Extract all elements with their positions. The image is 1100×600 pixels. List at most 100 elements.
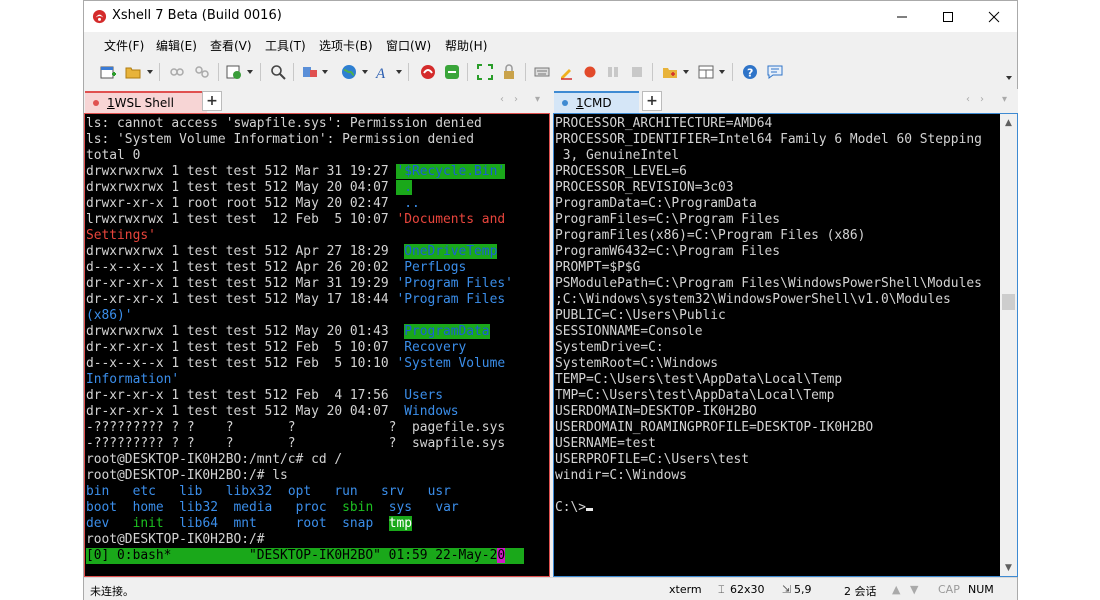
lock-icon[interactable] [501, 64, 517, 80]
connect-icon[interactable] [169, 64, 185, 80]
search-icon[interactable] [270, 64, 286, 80]
scroll-up-icon[interactable]: ▲ [1000, 114, 1017, 131]
terminal-line: root@DESKTOP-IK0H2BO:/mnt/c# cd / [86, 452, 524, 468]
terminal-line: dr-xr-xr-x 1 test test 512 Mar 31 19:29 … [86, 276, 524, 292]
terminal-line: d--x--x--x 1 test test 512 Apr 26 20:02 … [86, 260, 524, 276]
record-icon[interactable] [582, 64, 598, 80]
cursor-position: 5,9 [794, 583, 812, 596]
tab-scroll-left-icon[interactable]: ‹ [500, 94, 504, 105]
stop-icon[interactable] [629, 64, 645, 80]
terminal-text: boot [86, 500, 133, 515]
chat-icon[interactable] [767, 64, 783, 80]
globe-dropdown-caret[interactable] [362, 70, 368, 74]
status-bar: 未连接。 xterm ⌶ 62x30 ⇲ 5,9 2 会话 ▲ ▼ CAP NU… [84, 577, 1017, 600]
cursor-position-icon: ⇲ [782, 583, 792, 596]
menu-view[interactable]: 查看(V) [210, 37, 252, 54]
menu-file[interactable]: 文件(F) [104, 37, 144, 54]
close-button[interactable] [971, 1, 1017, 32]
keyboard-icon[interactable] [534, 64, 550, 80]
menu-edit[interactable]: 编辑(E) [156, 37, 197, 54]
maximize-button[interactable] [925, 1, 971, 32]
cmd-scrollbar[interactable]: ▲ ▼ [1000, 114, 1017, 576]
terminal-text: 'Program Files' [396, 276, 513, 291]
svg-text:?: ? [747, 67, 753, 80]
tab-scroll-right-icon[interactable]: › [514, 94, 518, 105]
scroll-down-icon[interactable]: ▼ [1000, 559, 1017, 576]
tab-label: CMD [583, 96, 612, 110]
terminal-line: ProgramData=C:\ProgramData [555, 196, 757, 211]
menu-window[interactable]: 窗口(W) [386, 37, 431, 54]
disconnect-icon[interactable] [194, 64, 210, 80]
wsl-terminal-pane[interactable]: ls: cannot access 'swapfile.sys': Permis… [84, 113, 550, 577]
toolbar-separator [218, 63, 219, 81]
terminal-text: dr-xr-xr-x 1 test test 512 May 17 18:44 [86, 292, 397, 307]
tab-scroll-right-icon[interactable]: › [980, 94, 984, 105]
terminal-line: Information' [86, 372, 524, 388]
layout-icon[interactable] [698, 64, 714, 80]
terminal-text: '$Recycle.Bin' [396, 164, 506, 179]
arrow-down-icon[interactable]: ▼ [910, 583, 918, 596]
terminal-text: drwxrwxrwx 1 test test 512 May 20 04:07 [86, 180, 397, 195]
terminal-text: ls: 'System Volume Information': Permiss… [86, 132, 475, 147]
menu-tools[interactable]: 工具(T) [265, 37, 306, 54]
tab-menu-icon[interactable]: ▾ [535, 94, 540, 105]
xftp-icon[interactable] [444, 64, 460, 80]
cmd-terminal-pane[interactable]: PROCESSOR_ARCHITECTURE=AMD64 PROCESSOR_ID… [553, 113, 1018, 577]
terminal-text: PerfLogs [396, 260, 467, 275]
terminal-text: 'System Volume [396, 356, 506, 371]
pause-icon[interactable] [605, 64, 621, 80]
transfer-dropdown-caret[interactable] [322, 70, 328, 74]
toolbar-overflow-caret[interactable] [1006, 76, 1012, 80]
terminal-text: dr-xr-xr-x 1 test test 512 Feb 5 10:07 [86, 340, 397, 355]
terminal-line: windir=C:\Windows [555, 468, 687, 483]
terminal-text: -????????? ? ? ? ? ? swapfile.sys [86, 436, 506, 451]
menu-help[interactable]: 帮助(H) [445, 37, 487, 54]
caps-lock-indicator: CAP [938, 583, 960, 596]
tab-cmd[interactable]: 1 CMD [554, 91, 639, 113]
num-lock-indicator: NUM [968, 583, 994, 596]
xshell-red-icon[interactable] [420, 64, 436, 80]
menu-tabs[interactable]: 选项卡(B) [319, 37, 373, 54]
tab-status-dot [93, 100, 99, 106]
terminal-line: root@DESKTOP-IK0H2BO:/# [86, 532, 524, 548]
font-dropdown-caret[interactable] [396, 70, 402, 74]
scrollbar-thumb[interactable] [1002, 294, 1015, 310]
highlight-icon[interactable] [558, 64, 574, 80]
folder-dropdown-caret[interactable] [683, 70, 689, 74]
menu-bar: 文件(F) 编辑(E) 查看(V) 工具(T) 选项卡(B) 窗口(W) 帮助(… [84, 32, 1017, 56]
new-session-icon[interactable] [100, 64, 116, 80]
properties-dropdown-caret[interactable] [247, 70, 253, 74]
tab-number: 1 [107, 96, 115, 110]
tab-menu-icon[interactable]: ▾ [1002, 94, 1007, 105]
add-tab-button[interactable]: + [202, 91, 222, 111]
font-icon[interactable]: A [375, 64, 391, 80]
terminal-text: -????????? ? ? ? ? ? pagefile.sys [86, 420, 506, 435]
transfer-icon[interactable] [302, 64, 318, 80]
wsl-terminal-output[interactable]: ls: cannot access 'swapfile.sys': Permis… [86, 116, 524, 564]
help-icon[interactable]: ? [742, 64, 758, 80]
terminal-line: (x86)' [86, 308, 524, 324]
terminal-text: . [396, 180, 412, 195]
terminal-text: dr-xr-xr-x 1 test test 512 Feb 4 17:56 [86, 388, 397, 403]
terminal-text: opt [287, 484, 335, 499]
tab-scroll-left-icon[interactable]: ‹ [966, 94, 970, 105]
globe-icon[interactable] [341, 64, 357, 80]
new-folder-icon[interactable] [662, 64, 678, 80]
open-folder-icon[interactable] [125, 64, 141, 80]
cmd-terminal-output[interactable]: PROCESSOR_ARCHITECTURE=AMD64 PROCESSOR_ID… [555, 116, 982, 516]
terminal-line: ProgramFiles(x86)=C:\Program Files (x86) [555, 228, 866, 243]
tab-wsl-shell[interactable]: 1 WSL Shell [85, 91, 207, 113]
add-tab-button[interactable]: + [642, 91, 662, 111]
minimize-button[interactable] [879, 1, 925, 32]
open-dropdown-caret[interactable] [147, 70, 153, 74]
layout-dropdown-caret[interactable] [719, 70, 725, 74]
terminal-line: ProgramFiles=C:\Program Files [555, 212, 781, 227]
toolbar-separator [732, 63, 733, 81]
arrow-up-icon[interactable]: ▲ [892, 583, 900, 596]
terminal-text: dev [86, 516, 133, 531]
fullscreen-icon[interactable] [477, 64, 493, 80]
terminal-text: bin [86, 484, 133, 499]
terminal-text: libx32 [225, 484, 288, 499]
terminal-line: SESSIONNAME=Console [555, 324, 703, 339]
properties-icon[interactable] [226, 64, 242, 80]
